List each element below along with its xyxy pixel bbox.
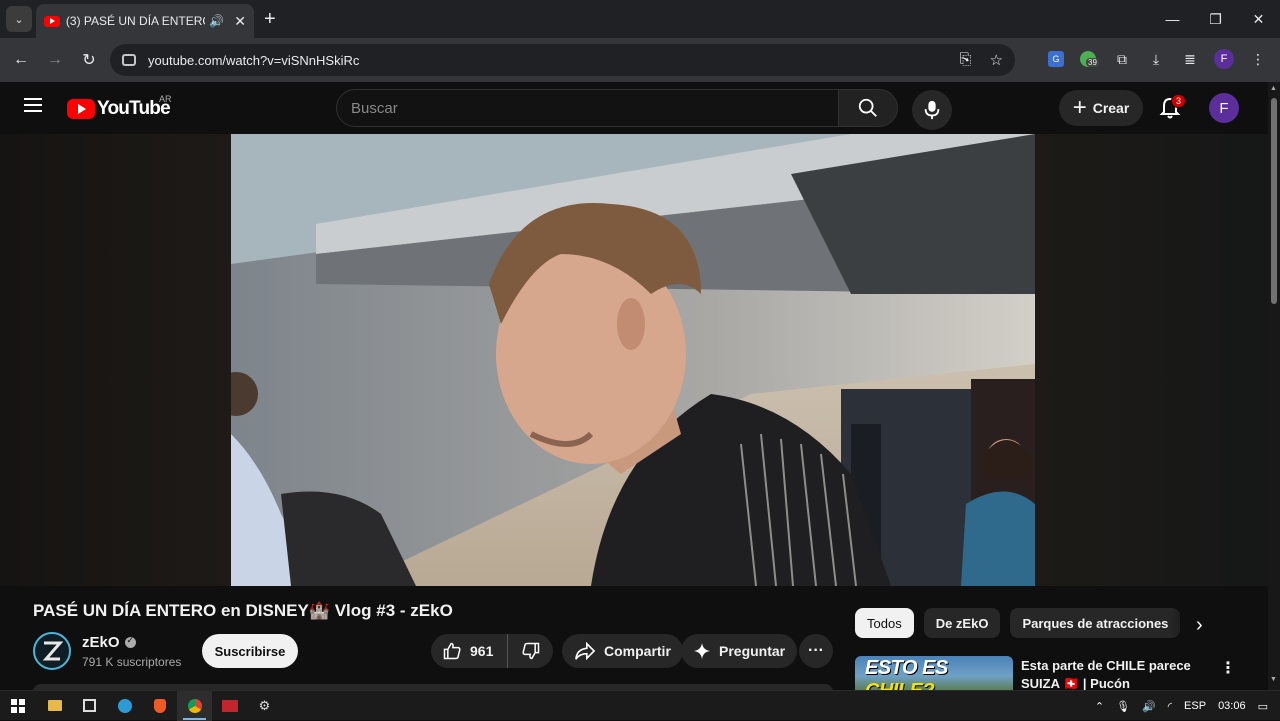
address-bar[interactable]: youtube.com/watch?v=viSNnHSkiRc ⎘ ☆ xyxy=(110,44,1015,76)
video-frame-image xyxy=(231,134,1035,586)
sparkle-icon xyxy=(693,642,711,660)
site-info-icon[interactable] xyxy=(122,54,136,66)
hamburger-menu-icon[interactable] xyxy=(24,98,42,112)
minimize-button[interactable]: — xyxy=(1151,0,1194,38)
like-button[interactable]: 961 xyxy=(431,634,508,668)
chevron-up-icon[interactable]: ⌃ xyxy=(1095,700,1104,713)
share-icon xyxy=(575,641,596,661)
restore-button[interactable]: ❐ xyxy=(1194,0,1237,38)
chip-parques[interactable]: Parques de atracciones xyxy=(1010,608,1181,638)
tab-title: (3) PASÉ UN DÍA ENTERO en DISNEY🏰 Vlog #… xyxy=(65,14,205,28)
brave-icon[interactable] xyxy=(142,691,177,721)
search-input[interactable] xyxy=(351,99,838,117)
search-icon xyxy=(858,98,877,117)
verified-badge-icon xyxy=(124,635,136,648)
video-title: PASÉ UN DÍA ENTERO en DISNEY🏰 Vlog #3 - … xyxy=(33,601,453,620)
reload-button[interactable]: ↻ xyxy=(72,50,106,70)
like-count: 961 xyxy=(470,643,494,659)
page-scrollbar[interactable]: ▲ ▼ xyxy=(1268,82,1280,690)
browser-tab-youtube[interactable]: (3) PASÉ UN DÍA ENTERO en DISNEY🏰 Vlog #… xyxy=(36,4,254,38)
volume-icon[interactable]: 🔊 xyxy=(1142,700,1156,713)
edge-icon[interactable] xyxy=(107,691,142,721)
video-player[interactable] xyxy=(231,134,1035,586)
scroll-up-arrow-icon[interactable]: ▲ xyxy=(1270,85,1277,92)
share-button[interactable]: Compartir xyxy=(562,634,683,668)
settings-gear-icon[interactable]: ⚙ xyxy=(247,691,282,721)
recommendation-title[interactable]: Esta parte de CHILE parece SUIZA 🇨🇭 | Pu… xyxy=(1021,657,1201,693)
forward-button[interactable]: → xyxy=(38,51,72,69)
plus-icon: + xyxy=(1072,94,1087,121)
system-tray: ⌃ 🎙 🔊 ◜ ESP 03:06 ▭ xyxy=(1095,691,1280,721)
translate-extension-icon[interactable]: G xyxy=(1048,51,1064,67)
download-icon[interactable]: ⤓ xyxy=(1146,48,1166,70)
wifi-icon[interactable]: ◜ xyxy=(1168,700,1172,713)
search-button[interactable] xyxy=(838,89,898,127)
back-button[interactable]: ← xyxy=(4,51,38,69)
channel-name-row[interactable]: zEkO xyxy=(82,634,136,651)
file-explorer-icon[interactable] xyxy=(37,691,72,721)
filter-chips: Todos De zEkO Parques de atracciones xyxy=(855,608,1181,638)
ask-button[interactable]: Preguntar xyxy=(681,634,798,668)
new-tab-button[interactable]: + xyxy=(264,8,276,31)
recommendation-thumbnail[interactable]: ESTO ES CHILE? xyxy=(855,656,1013,692)
notifications-center-icon[interactable]: ▭ xyxy=(1258,700,1268,713)
channel-logo-icon xyxy=(42,641,63,661)
close-window-button[interactable]: ✕ xyxy=(1237,0,1280,38)
microphone-tray-icon[interactable]: 🎙 xyxy=(1116,700,1130,713)
like-dislike-bar: 961 xyxy=(431,634,553,668)
scrollbar-thumb[interactable] xyxy=(1271,98,1277,304)
dislike-button[interactable] xyxy=(508,641,553,661)
close-tab-icon[interactable]: ✕ xyxy=(234,13,246,30)
voice-search-button[interactable] xyxy=(912,90,952,130)
clock[interactable]: 03:06 xyxy=(1218,700,1246,712)
browser-menu-icon[interactable]: ⋮ xyxy=(1248,48,1268,70)
scroll-down-arrow-icon[interactable]: ▼ xyxy=(1270,676,1277,683)
channel-name[interactable]: zEkO xyxy=(82,634,120,651)
youtube-header: YouTube AR + Crear 3 F xyxy=(0,82,1268,134)
youtube-play-icon xyxy=(67,99,95,119)
chip-de-zeko[interactable]: De zEkO xyxy=(923,608,1001,638)
windows-start-icon[interactable] xyxy=(0,691,35,721)
browser-tab-bar: ⌄ (3) PASÉ UN DÍA ENTERO en DISNEY🏰 Vlog… xyxy=(0,0,1280,38)
extensions-puzzle-icon[interactable]: ⧉ xyxy=(1112,48,1132,70)
windows-taskbar: ⚙ ⌃ 🎙 🔊 ◜ ESP 03:06 ▭ xyxy=(0,690,1280,721)
media-controls-icon[interactable]: ≣ xyxy=(1180,48,1200,70)
recommendation-menu-icon[interactable]: ⋮ xyxy=(1220,658,1236,678)
window-controls: — ❐ ✕ xyxy=(1151,0,1280,38)
thumbs-down-icon xyxy=(521,642,539,660)
thumbs-up-icon xyxy=(443,642,461,660)
chrome-icon[interactable] xyxy=(177,690,212,721)
thumbnail-text: ESTO ES CHILE? xyxy=(865,657,948,692)
install-app-icon[interactable]: ⎘ xyxy=(960,51,972,69)
create-button[interactable]: + Crear xyxy=(1059,90,1143,126)
notification-badge: 3 xyxy=(1171,94,1187,108)
youtube-logo[interactable]: YouTube AR xyxy=(67,94,172,120)
account-avatar[interactable]: F xyxy=(1209,93,1239,123)
language-indicator[interactable]: ESP xyxy=(1184,700,1206,712)
store-icon[interactable] xyxy=(72,691,107,721)
tab-search-button[interactable]: ⌄ xyxy=(6,6,32,32)
search-box[interactable] xyxy=(336,89,839,127)
extension-badge-count: 39 xyxy=(1086,58,1099,67)
youtube-favicon-icon xyxy=(44,15,60,27)
extension-badge-icon[interactable]: 39 xyxy=(1078,48,1099,70)
country-code: AR xyxy=(159,94,172,104)
subscribe-button[interactable]: Suscribirse xyxy=(202,634,298,668)
profile-avatar[interactable]: F xyxy=(1214,49,1234,69)
ask-label: Preguntar xyxy=(719,643,786,659)
speaker-icon[interactable]: 🔊 xyxy=(209,14,224,28)
app-icon[interactable] xyxy=(212,691,247,721)
chip-todos[interactable]: Todos xyxy=(855,608,914,638)
more-actions-icon[interactable]: ··· xyxy=(799,634,833,668)
extensions-area: G 39 ⧉ ⤓ ≣ F ⋮ xyxy=(1048,48,1268,70)
subscriber-count: 791 K suscriptores xyxy=(82,655,182,669)
chevron-right-icon[interactable]: › xyxy=(1196,614,1203,637)
url-text[interactable]: youtube.com/watch?v=viSNnHSkiRc xyxy=(148,53,359,68)
share-label: Compartir xyxy=(604,643,671,659)
channel-avatar[interactable] xyxy=(33,632,71,670)
create-label: Crear xyxy=(1092,100,1130,116)
bookmark-star-icon[interactable]: ☆ xyxy=(990,51,1003,69)
microphone-icon xyxy=(924,100,940,120)
